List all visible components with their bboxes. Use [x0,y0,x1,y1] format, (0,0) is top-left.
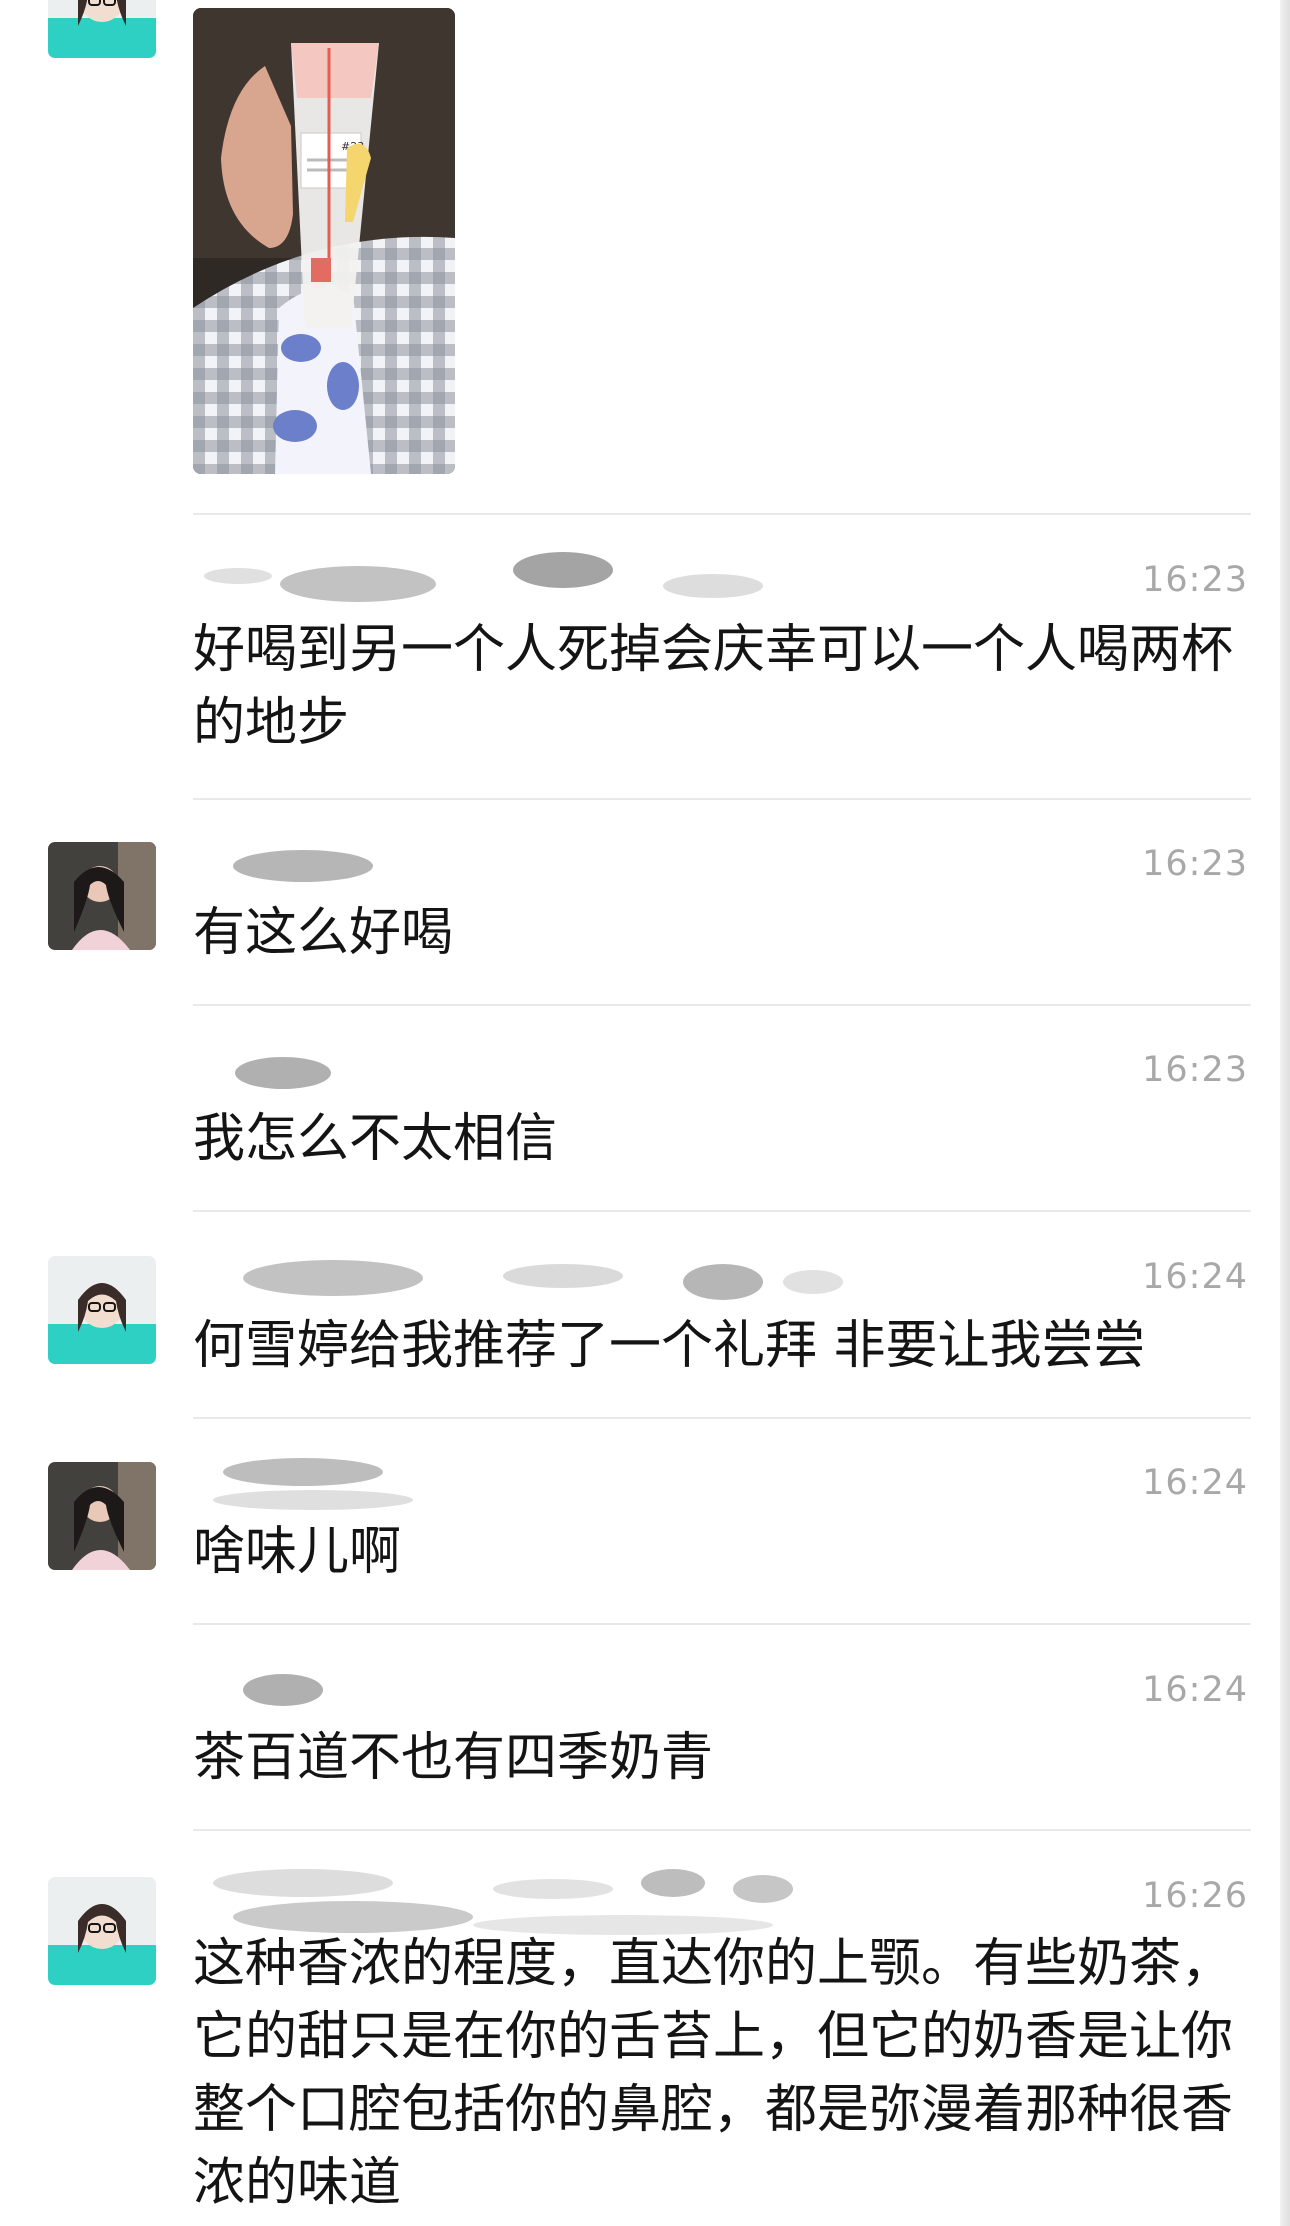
milk-tea-cup-photo-icon: #23 [193,8,455,474]
message-timestamp: 16:23 [1142,560,1248,600]
teal-hoodie-avatar[interactable] [48,1877,156,1985]
redacted-name-blur [235,1057,331,1089]
redacted-name-blur [204,552,763,602]
message-timestamp: 16:26 [1142,1876,1248,1916]
milk-tea-photo-message[interactable]: #23 [193,8,455,474]
pink-top-avatar-icon [48,1462,156,1570]
message-timestamp: 16:23 [1142,844,1248,884]
message-divider [193,1210,1251,1212]
pink-top-avatar-icon [48,842,156,950]
message-divider [193,1623,1251,1625]
message-text[interactable]: 这种香浓的程度，直达你的上颚。有些奶茶，它的甜只是在你的舌苔上，但它的奶香是让你… [193,1928,1255,2220]
pink-top-avatar[interactable] [48,842,156,950]
message-text[interactable]: 我怎么不太相信 [193,1103,1255,1176]
scroll-edge [1280,0,1290,2226]
redacted-name-blur [213,1458,413,1510]
redacted-name-blur [243,1674,323,1706]
message-divider [193,1829,1251,1831]
teal-hoodie-avatar[interactable] [48,0,156,58]
message-divider [193,1004,1251,1006]
message-text[interactable]: 好喝到另一个人死掉会庆幸可以一个人喝两杯的地步 [193,614,1255,760]
message-text[interactable]: 何雪婷给我推荐了一个礼拜 非要让我尝尝 [193,1310,1255,1383]
message-timestamp: 16:24 [1142,1257,1248,1297]
message-timestamp: 16:24 [1142,1463,1248,1503]
redacted-name-blur [233,850,373,882]
message-divider [193,513,1251,515]
message-divider [193,1417,1251,1419]
message-text[interactable]: 有这么好喝 [193,897,1255,970]
message-divider [193,798,1251,800]
teal-hoodie-avatar-icon [48,1256,156,1364]
message-text[interactable]: 啥味儿啊 [193,1516,1255,1589]
redacted-name-blur [243,1260,843,1300]
message-timestamp: 16:24 [1142,1670,1248,1710]
message-timestamp: 16:23 [1142,1050,1248,1090]
teal-hoodie-avatar-icon [48,1877,156,1985]
teal-hoodie-avatar-icon [48,0,156,58]
pink-top-avatar[interactable] [48,1462,156,1570]
message-text[interactable]: 茶百道不也有四季奶青 [193,1722,1255,1795]
teal-hoodie-avatar[interactable] [48,1256,156,1364]
